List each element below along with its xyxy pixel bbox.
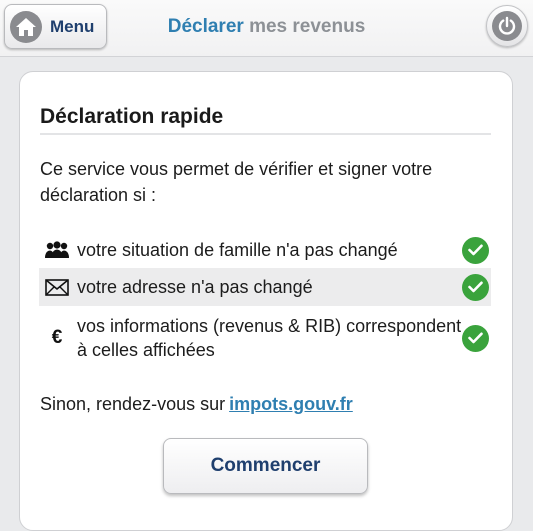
otherwise-text: Sinon, rendez-vous sur impots.gouv.fr bbox=[40, 394, 353, 415]
condition-row-family: votre situation de famille n'a pas chang… bbox=[39, 232, 491, 268]
impots-link[interactable]: impots.gouv.fr bbox=[229, 394, 353, 414]
check-icon bbox=[462, 236, 489, 264]
logout-button[interactable] bbox=[486, 5, 528, 47]
top-bar: Menu Déclarer mes revenus bbox=[0, 0, 533, 57]
condition-text: vos informations (revenus & RIB) corresp… bbox=[77, 316, 462, 360]
card-title: Déclaration rapide bbox=[40, 105, 224, 128]
check-icon bbox=[462, 273, 489, 301]
condition-text: votre adresse n'a pas changé bbox=[77, 277, 313, 297]
euro-symbol: € bbox=[51, 327, 63, 348]
intro-text: Ce service vous permet de vérifier et si… bbox=[40, 159, 433, 205]
title-divider bbox=[40, 133, 491, 135]
quick-declaration-card: Déclaration rapide Ce service vous perme… bbox=[19, 71, 513, 531]
page-title-part1: Déclarer bbox=[167, 16, 244, 37]
power-icon bbox=[492, 11, 522, 41]
family-icon bbox=[39, 241, 75, 259]
condition-text: votre situation de famille n'a pas chang… bbox=[77, 240, 398, 260]
condition-row-information: € vos informations (revenus & RIB) corre… bbox=[39, 308, 491, 368]
envelope-icon bbox=[39, 278, 75, 296]
page-title: Déclarer mes revenus bbox=[0, 16, 533, 38]
condition-row-address: votre adresse n'a pas changé bbox=[39, 268, 491, 306]
euro-icon: € bbox=[39, 327, 75, 349]
check-icon bbox=[462, 324, 489, 352]
start-button[interactable]: Commencer bbox=[163, 438, 368, 494]
otherwise-label: Sinon, rendez-vous sur bbox=[40, 394, 226, 414]
page-title-part2: mes revenus bbox=[249, 16, 366, 37]
